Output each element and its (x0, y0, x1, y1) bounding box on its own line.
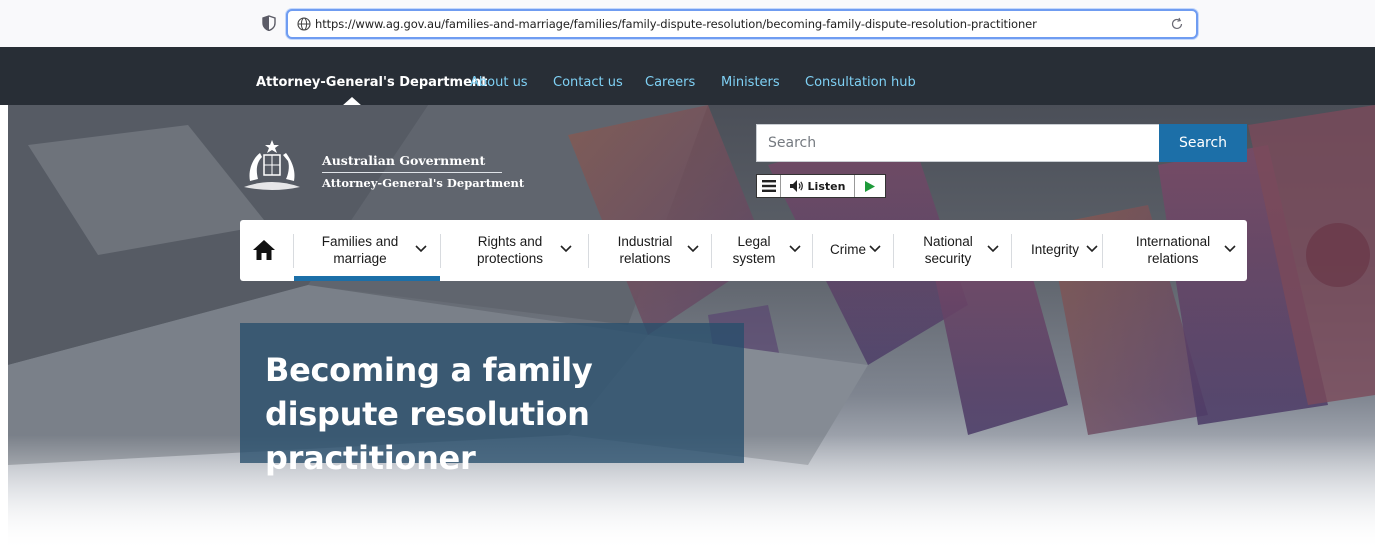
tracking-shield-icon[interactable] (262, 15, 276, 31)
menu-item-label: Crime (830, 242, 866, 257)
top-nav-ministers[interactable]: Ministers (721, 75, 780, 90)
top-nav-contact-us[interactable]: Contact us (553, 75, 623, 90)
top-nav-careers[interactable]: Careers (645, 75, 695, 90)
coat-of-arms-icon (244, 140, 300, 190)
listen-label: Listen (807, 179, 846, 193)
listen-menu-button[interactable] (757, 175, 781, 197)
main-menu: Families and marriage Rights and protect… (240, 220, 1247, 281)
hero-title-box: Becoming a family dispute resolution pra… (240, 323, 744, 477)
chevron-down-icon (789, 245, 801, 253)
chevron-down-icon (687, 245, 699, 253)
menu-item-legal-system[interactable]: Legal system (712, 220, 812, 281)
address-bar[interactable]: https://www.ag.gov.au/families-and-marri… (286, 9, 1198, 39)
active-menu-underline (294, 276, 440, 281)
chevron-down-icon (560, 245, 572, 253)
speaker-icon (789, 180, 803, 192)
search-button[interactable]: Search (1159, 124, 1247, 162)
menu-item-crime[interactable]: Crime (813, 220, 893, 281)
top-nav-brand-link[interactable]: Attorney-General's Department (256, 75, 487, 90)
menu-item-label: National security (923, 234, 973, 266)
home-button[interactable] (240, 220, 293, 281)
logo-department-text: Attorney-General's Department (322, 176, 525, 190)
browser-toolbar: https://www.ag.gov.au/families-and-marri… (0, 0, 1375, 47)
chevron-down-icon (1086, 245, 1098, 253)
home-icon (253, 240, 275, 260)
url-text[interactable]: https://www.ag.gov.au/families-and-marri… (315, 17, 1037, 31)
logo-government-text: Australian Government (322, 153, 486, 168)
menu-item-label: Rights and protections (476, 234, 544, 266)
menu-item-industrial-relations[interactable]: Industrial relations (589, 220, 711, 281)
menu-item-label: Families and marriage (321, 234, 399, 266)
menu-item-label: Legal system (732, 234, 776, 266)
menu-item-label: Industrial relations (617, 234, 673, 266)
chevron-down-icon (1224, 245, 1236, 253)
logo-divider (322, 172, 502, 173)
play-button[interactable] (855, 175, 885, 197)
menu-item-national-security[interactable]: National security (894, 220, 1011, 281)
search-input[interactable] (756, 124, 1160, 162)
menu-item-families-and-marriage[interactable]: Families and marriage (294, 220, 440, 281)
menu-item-international-relations[interactable]: International relations (1103, 220, 1247, 281)
reload-icon[interactable] (1170, 17, 1184, 31)
menu-item-rights-and-protections[interactable]: Rights and protections (441, 220, 588, 281)
chevron-down-icon (869, 245, 881, 253)
page-title: Becoming a family dispute resolution pra… (265, 351, 593, 477)
readspeaker-listen-bar: Listen (756, 174, 886, 198)
globe-icon (297, 17, 311, 31)
top-nav-consultation-hub[interactable]: Consultation hub (805, 75, 916, 90)
site-logo[interactable]: Australian Government Attorney-General's… (240, 137, 524, 197)
listen-button[interactable]: Listen (781, 175, 855, 197)
menu-icon (761, 180, 776, 192)
menu-item-label: Integrity (1030, 242, 1080, 257)
menu-item-label: International relations (1135, 234, 1211, 266)
chevron-down-icon (415, 245, 427, 253)
menu-item-integrity[interactable]: Integrity (1012, 220, 1102, 281)
top-navigation: Attorney-General's Department About us C… (0, 47, 1375, 106)
play-icon (865, 180, 875, 192)
top-nav-about-us[interactable]: About us (470, 75, 528, 90)
chevron-down-icon (987, 245, 999, 253)
